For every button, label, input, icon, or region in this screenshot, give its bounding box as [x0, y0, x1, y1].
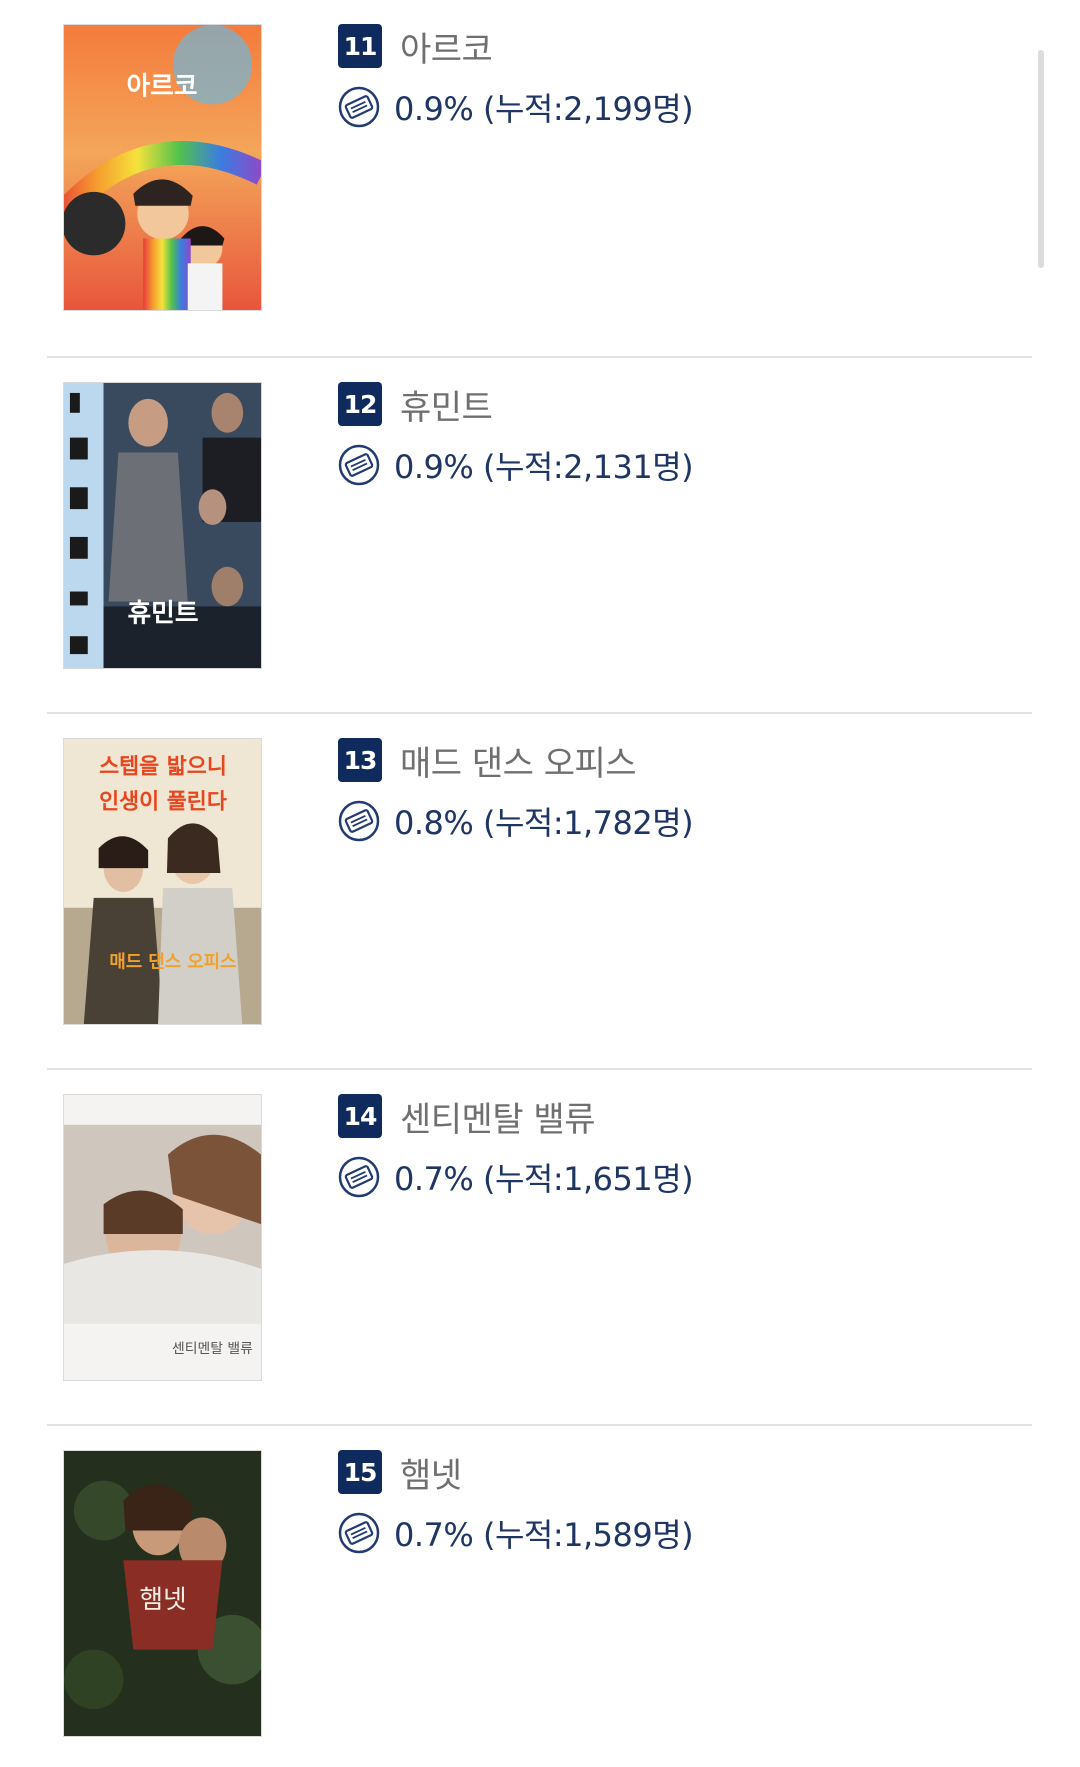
movie-info: 14 센티멘탈 밸류 0.7% (누적:1,651명) — [338, 1092, 694, 1200]
poster-title-text: 햄넷 — [139, 1585, 186, 1615]
list-item[interactable]: 센티멘탈 밸류 14 센티멘탈 밸류 0.7% (누적:1,651명) — [47, 1068, 1032, 1424]
list-item[interactable]: 아르코 11 아르코 0.9% (누적:2,199명) — [47, 0, 1032, 356]
movie-title[interactable]: 매드 댄스 오피스 — [400, 736, 637, 785]
movie-poster[interactable]: 센티멘탈 밸류 — [63, 1094, 262, 1381]
audience-stat: 0.7% (누적:1,589명) — [394, 1516, 694, 1554]
title-row: 14 센티멘탈 밸류 — [338, 1092, 693, 1140]
list-item[interactable]: 휴민트 12 휴민트 0.9% (누적:2,131명) — [47, 356, 1032, 712]
rank-badge: 14 — [338, 1094, 382, 1138]
movie-poster[interactable]: 스텝을 밟으니 인생이 풀린다 매드 댄스 오피스 — [63, 738, 262, 1025]
ticket-icon — [338, 1512, 380, 1554]
page: 아르코 11 아르코 0.9% (누적:2,199명) 휴민트 12 휴민트 0… — [0, 0, 1080, 1767]
audience-stat: 0.7% (누적:1,651명) — [394, 1160, 694, 1198]
audience-stat: 0.9% (누적:2,199명) — [394, 90, 694, 128]
ticket-icon — [338, 800, 380, 842]
poster-tagline-2: 인생이 풀린다 — [99, 789, 227, 814]
scrollbar[interactable] — [1038, 50, 1044, 268]
list-item[interactable]: 스텝을 밟으니 인생이 풀린다 매드 댄스 오피스 13 매드 댄스 오피스 0… — [47, 712, 1032, 1068]
ticket-icon — [338, 1156, 380, 1198]
movie-title[interactable]: 휴민트 — [400, 380, 493, 429]
rank-badge: 15 — [338, 1450, 382, 1494]
list-item[interactable]: 햄넷 15 햄넷 0.7% (누적:1,589명) — [47, 1424, 1032, 1767]
stat-row: 0.8% (누적:1,782명) — [338, 798, 694, 844]
poster-title-text: 매드 댄스 오피스 — [109, 951, 236, 972]
title-row: 13 매드 댄스 오피스 — [338, 736, 693, 784]
stat-row: 0.9% (누적:2,131명) — [338, 442, 694, 488]
poster-title-text: 휴민트 — [127, 598, 198, 628]
movie-poster[interactable]: 햄넷 — [63, 1450, 262, 1737]
poster-title-text: 센티멘탈 밸류 — [172, 1341, 253, 1357]
movie-info: 15 햄넷 0.7% (누적:1,589명) — [338, 1448, 694, 1556]
movie-poster[interactable]: 휴민트 — [63, 382, 262, 669]
ticket-icon — [338, 86, 380, 128]
audience-stat: 0.8% (누적:1,782명) — [394, 804, 694, 842]
movie-title[interactable]: 아르코 — [400, 22, 493, 71]
ranking-list: 아르코 11 아르코 0.9% (누적:2,199명) 휴민트 12 휴민트 0… — [47, 0, 1032, 1767]
stat-row: 0.7% (누적:1,651명) — [338, 1154, 694, 1200]
movie-info: 11 아르코 0.9% (누적:2,199명) — [338, 22, 694, 130]
stat-row: 0.9% (누적:2,199명) — [338, 84, 694, 130]
ticket-icon — [338, 444, 380, 486]
rank-badge: 12 — [338, 382, 382, 426]
poster-title-text: 아르코 — [126, 71, 197, 101]
title-row: 11 아르코 — [338, 22, 693, 70]
movie-info: 12 휴민트 0.9% (누적:2,131명) — [338, 380, 694, 488]
audience-stat: 0.9% (누적:2,131명) — [394, 448, 694, 486]
poster-tagline-1: 스텝을 밟으니 — [99, 755, 227, 780]
movie-title[interactable]: 햄넷 — [400, 1448, 462, 1497]
title-row: 15 햄넷 — [338, 1448, 693, 1496]
movie-poster[interactable]: 아르코 — [63, 24, 262, 311]
stat-row: 0.7% (누적:1,589명) — [338, 1510, 694, 1556]
rank-badge: 11 — [338, 24, 382, 68]
title-row: 12 휴민트 — [338, 380, 693, 428]
movie-info: 13 매드 댄스 오피스 0.8% (누적:1,782명) — [338, 736, 694, 844]
rank-badge: 13 — [338, 738, 382, 782]
movie-title[interactable]: 센티멘탈 밸류 — [400, 1092, 596, 1141]
